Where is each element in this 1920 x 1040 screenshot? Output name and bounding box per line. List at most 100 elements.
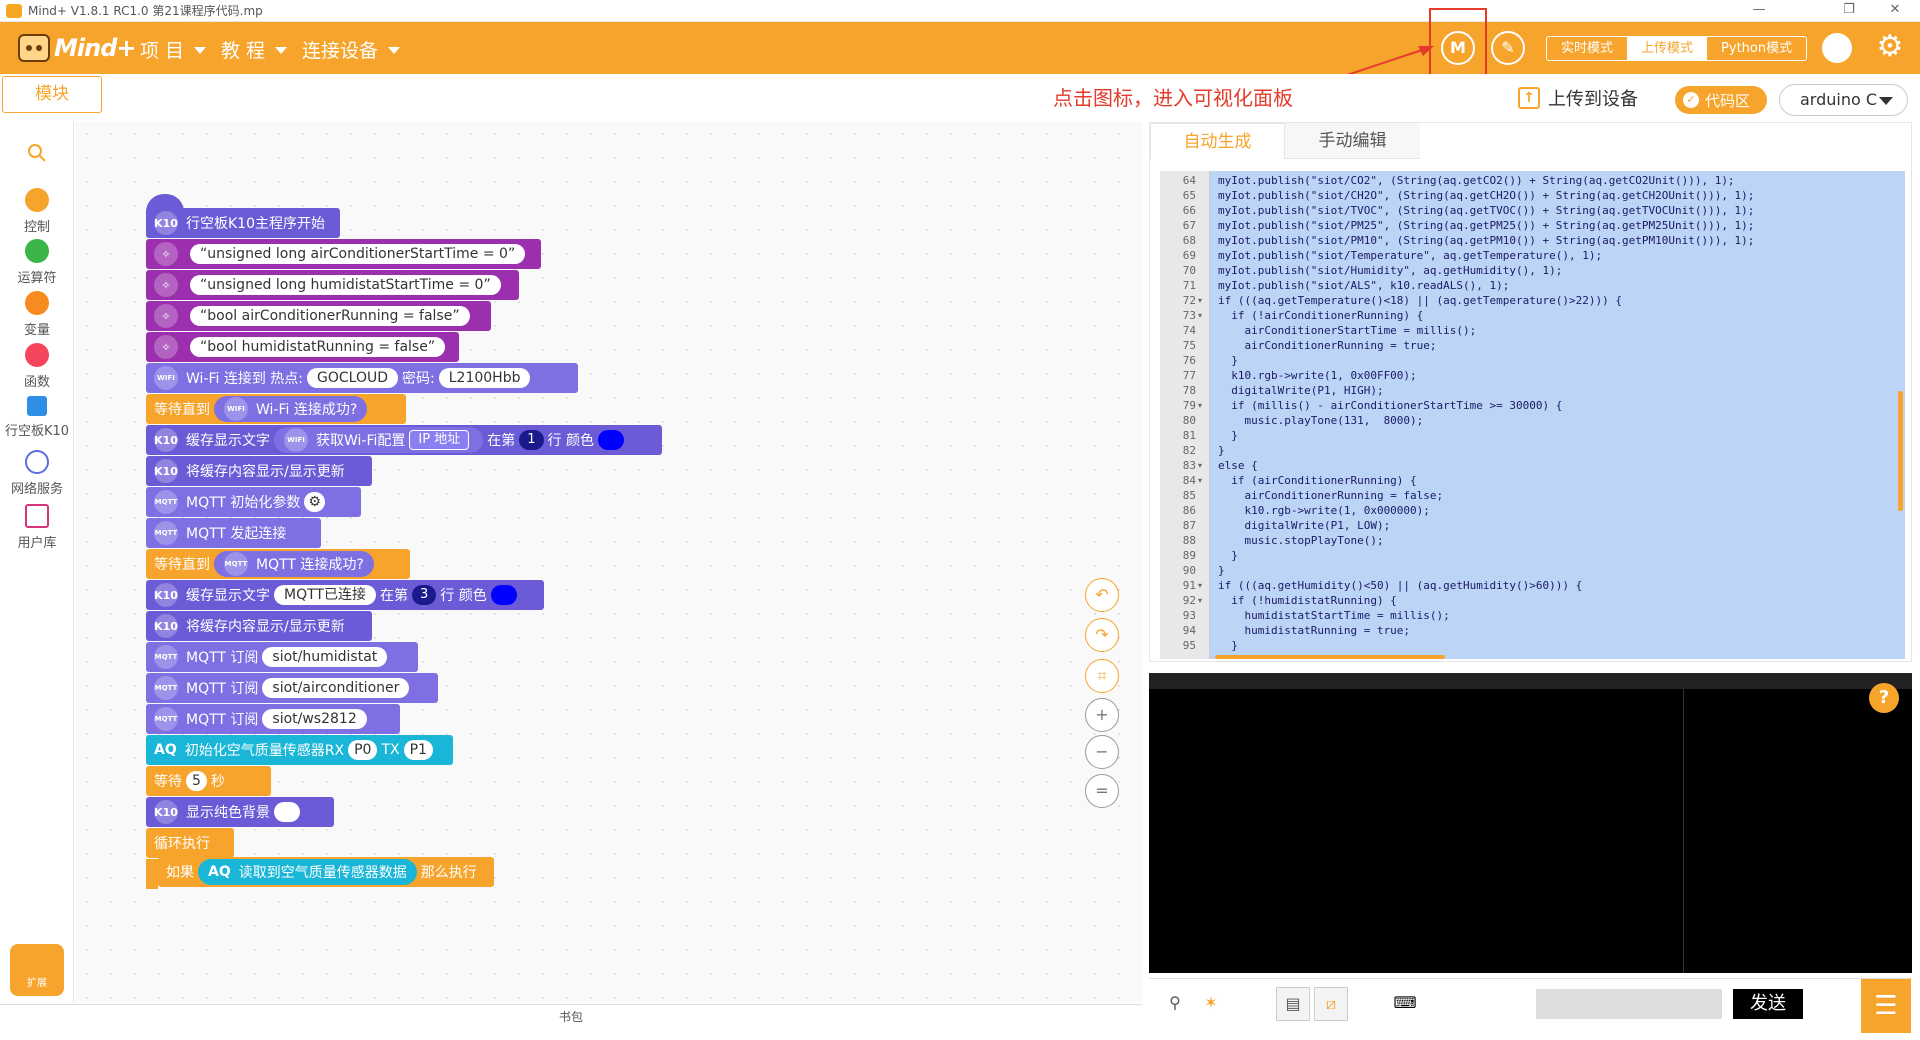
minimize-icon[interactable]: — [1736, 0, 1782, 22]
block-if-aq[interactable]: 如果 AQ 读取到空气质量传感器数据 那么执行 [158, 857, 494, 887]
zoom-reset-icon[interactable]: = [1085, 774, 1119, 808]
crop-icon[interactable]: ⌗ [1085, 659, 1119, 693]
block-display-update-2[interactable]: K10 将缓存内容显示/显示更新 [146, 611, 372, 641]
category-operators[interactable]: 运算符 [0, 239, 74, 286]
horizontal-scrollbar[interactable] [1215, 655, 1445, 659]
condition-aq[interactable]: AQ 读取到空气质量传感器数据 [198, 859, 417, 885]
tab-modules[interactable]: 模块 [2, 76, 102, 113]
block-cache-text-ip[interactable]: K10 缓存显示文字 WIFI 获取Wi-Fi配置 IP 地址 在第 1 行 颜色 [146, 425, 662, 455]
reporter-wifi-config[interactable]: WIFI 获取Wi-Fi配置 IP 地址 [274, 427, 484, 453]
disconnect-icon[interactable]: ✶ [1194, 987, 1228, 1021]
fold-chevron-icon[interactable]: ▾ [1198, 458, 1202, 473]
fold-chevron-icon[interactable]: ▾ [1198, 308, 1202, 323]
row-dropdown[interactable]: 1 [519, 430, 544, 450]
vertical-scrollbar[interactable] [1898, 391, 1903, 511]
code-text[interactable]: “bool airConditionerRunning = false” [190, 306, 470, 326]
seconds-input[interactable]: 5 [186, 771, 207, 791]
block-mqtt-connect[interactable]: MQTT MQTT 发起连接 [146, 518, 321, 548]
redo-button[interactable]: ↷ [1085, 618, 1119, 652]
block-mqtt-subscribe-2[interactable]: MQTT MQTT 订阅 siot/airconditioner [146, 673, 438, 703]
category-control[interactable]: 控制 [0, 188, 74, 235]
block-code-4[interactable]: ✧ “bool humidistatRunning = false” [146, 332, 459, 362]
tx-pin-dropdown[interactable]: P1 [403, 740, 433, 760]
block-code-1[interactable]: ✧ “unsigned long airConditionerStartTime … [146, 239, 541, 269]
scroll-icon[interactable]: ⧄ [1314, 987, 1348, 1021]
block-forever[interactable]: 循环执行 [146, 828, 234, 858]
undo-button[interactable]: ↶ [1085, 578, 1119, 612]
mode-python[interactable]: Python模式 [1707, 37, 1806, 60]
close-icon[interactable]: ✕ [1872, 0, 1918, 22]
category-k10[interactable]: 行空板K10 [0, 396, 74, 439]
keyboard-icon[interactable]: ⌨ [1388, 987, 1422, 1021]
menu-tutorial[interactable]: 教 程 [221, 36, 288, 63]
block-mqtt-subscribe-1[interactable]: MQTT MQTT 订阅 siot/humidistat [146, 642, 418, 672]
robot-icon[interactable] [1822, 33, 1852, 63]
tab-manual-edit[interactable]: 手动编辑 [1285, 123, 1420, 159]
topic-input[interactable]: siot/ws2812 [262, 709, 367, 729]
fold-chevron-icon[interactable]: ▾ [1198, 398, 1202, 413]
code-text[interactable]: “unsigned long airConditionerStartTime =… [190, 244, 526, 264]
bookbag-bar[interactable]: 书包 [0, 1004, 1142, 1028]
tab-auto-generate[interactable]: 自动生成 [1150, 123, 1285, 159]
block-mqtt-subscribe-3[interactable]: MQTT MQTT 订阅 siot/ws2812 [146, 704, 400, 734]
fold-chevron-icon[interactable]: ▾ [1198, 578, 1202, 593]
zoom-in-icon[interactable]: + [1085, 698, 1119, 732]
edit-icon[interactable]: ✎ [1491, 31, 1525, 65]
color-swatch[interactable] [274, 802, 300, 822]
category-user-library[interactable]: 用户库 [0, 504, 74, 551]
clear-icon[interactable]: ▤ [1276, 987, 1310, 1021]
menu-connect-device[interactable]: 连接设备 [302, 36, 401, 63]
block-wait-mqtt[interactable]: 等待直到 MQTT MQTT 连接成功? [146, 549, 410, 579]
code-text[interactable]: “bool humidistatRunning = false” [190, 337, 446, 357]
fold-chevron-icon[interactable]: ▾ [1198, 473, 1202, 488]
usb-icon[interactable]: ⚲ [1158, 987, 1192, 1021]
mode-upload[interactable]: 上传模式 [1627, 37, 1708, 60]
fold-chevron-icon[interactable]: ▾ [1198, 293, 1202, 308]
category-network[interactable]: 网络服务 [0, 450, 74, 497]
block-cache-text-mqtt[interactable]: K10 缓存显示文字 MQTT已连接 在第 3 行 颜色 [146, 580, 544, 610]
upload-button[interactable]: ↑ 上传到设备 [1518, 85, 1638, 111]
text-input[interactable]: MQTT已连接 [274, 585, 376, 605]
restore-icon[interactable]: ❐ [1826, 0, 1872, 22]
block-wait-wifi[interactable]: 等待直到 WIFI Wi-Fi 连接成功? [146, 394, 406, 424]
color-swatch[interactable] [597, 430, 624, 450]
code-text[interactable]: “unsigned long humidistatStartTime = 0” [190, 275, 501, 295]
list-menu-icon[interactable]: ☰ [1861, 979, 1911, 1033]
language-select[interactable]: arduino C [1779, 84, 1908, 116]
color-swatch[interactable] [490, 585, 517, 605]
code-area-toggle[interactable]: ✓ 代码区 [1675, 86, 1767, 114]
block-solid-background[interactable]: K10 显示纯色背景 [146, 797, 334, 827]
block-wifi-connect[interactable]: WIFI Wi-Fi 连接到 热点: GOCLOUD 密码: L2100Hbb [146, 363, 578, 393]
serial-terminal[interactable] [1149, 673, 1912, 973]
condition-wifi[interactable]: WIFI Wi-Fi 连接成功? [214, 396, 368, 422]
category-functions[interactable]: 函数 [0, 343, 74, 390]
serial-input[interactable] [1536, 989, 1722, 1019]
password-input[interactable]: L2100Hbb [438, 368, 531, 388]
block-mqtt-init[interactable]: MQTT MQTT 初始化参数 ⚙ [146, 487, 361, 517]
topic-input[interactable]: siot/humidistat [262, 647, 388, 667]
category-variables[interactable]: 变量 [0, 291, 74, 338]
search-button[interactable] [0, 142, 74, 168]
gear-icon[interactable]: ⚙ [304, 492, 325, 512]
block-workspace[interactable]: K10 行空板K10主程序开始 ✧ “unsigned long airCondit… [75, 122, 1142, 1002]
extension-button[interactable]: 扩展 [10, 944, 64, 996]
rx-pin-dropdown[interactable]: P0 [348, 740, 378, 760]
block-code-3[interactable]: ✧ “bool airConditionerRunning = false” [146, 301, 491, 331]
condition-mqtt[interactable]: MQTT MQTT 连接成功? [214, 551, 374, 577]
zoom-out-icon[interactable]: − [1085, 735, 1119, 769]
help-icon[interactable]: ? [1869, 683, 1899, 713]
block-aq-init[interactable]: AQ 初始化空气质量传感器RX P0 TX P1 [146, 735, 453, 765]
block-wait-seconds[interactable]: 等待 5 秒 [146, 766, 271, 796]
code-editor[interactable]: 64 65 66 67 68 69 70 71 72 ▾ 73 ▾ 74 75 76 77 78 79 ▾ 80 81 8… [1160, 171, 1905, 659]
topic-input[interactable]: siot/airconditioner [262, 678, 410, 698]
row-dropdown[interactable]: 3 [411, 585, 437, 605]
block-code-2[interactable]: ✧ “unsigned long humidistatStartTime = 0” [146, 270, 519, 300]
mode-realtime[interactable]: 实时模式 [1547, 37, 1627, 60]
fold-chevron-icon[interactable]: ▾ [1198, 593, 1202, 608]
block-display-update[interactable]: K10 将缓存内容显示/显示更新 [146, 456, 372, 486]
send-button[interactable]: 发送 [1733, 989, 1803, 1019]
ssid-input[interactable]: GOCLOUD [307, 368, 399, 388]
menu-project[interactable]: 项 目 [140, 36, 207, 63]
block-main-start[interactable]: K10 行空板K10主程序开始 [146, 208, 340, 238]
gear-icon[interactable]: ⚙ [1873, 30, 1907, 64]
